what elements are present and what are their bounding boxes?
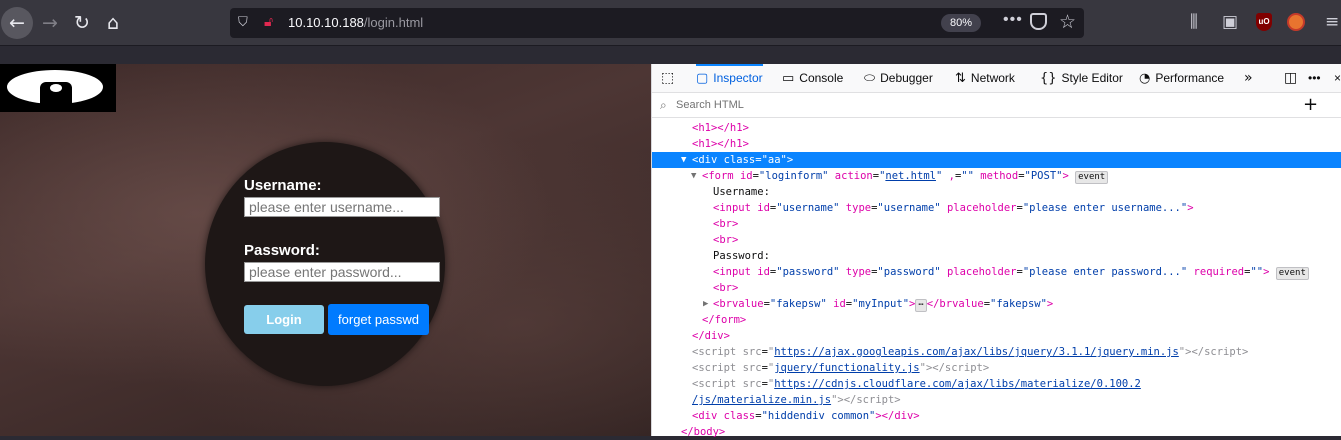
event-badge[interactable]: event	[1275, 267, 1309, 280]
reload-icon: ↻	[74, 12, 90, 34]
reload-button[interactable]: ↻	[66, 7, 98, 39]
expand-toggle-icon[interactable]: ▼	[681, 152, 686, 168]
extension-icon[interactable]	[1287, 13, 1305, 31]
tree-node[interactable]: <h1></h1>	[652, 120, 1341, 136]
add-node-icon[interactable]: +	[1303, 94, 1318, 115]
bookmark-star-icon[interactable]: ☆	[1059, 11, 1076, 33]
tree-node[interactable]: ▶ <brvalue="fakepsw" id="myInput"> ⋯ </brva…	[652, 296, 1341, 312]
html-tree: <h1></h1> <h1></h1> ▼ <div class="aa"> ▼ <…	[652, 120, 1341, 440]
login-button[interactable]: Login	[244, 305, 324, 334]
close-devtools-icon[interactable]: ×	[1334, 64, 1341, 93]
page-top-strip	[0, 46, 651, 64]
url-text[interactable]: 10.10.10.188/login.html	[288, 15, 423, 30]
tab-performance[interactable]: ◔ Performance	[1139, 64, 1224, 93]
address-bar[interactable]: ⛉ 🔓︎ 10.10.10.188/login.html 80% ••• ☆	[230, 8, 1084, 38]
tree-node[interactable]: <h1></h1>	[652, 136, 1341, 152]
site-logo	[0, 64, 116, 112]
url-path: /login.html	[363, 15, 424, 30]
tree-node[interactable]: <br>	[652, 216, 1341, 232]
tab-style-editor-label: Style Editor	[1061, 71, 1123, 85]
username-label: Username:	[244, 177, 322, 194]
tree-node[interactable]: <br>	[652, 280, 1341, 296]
browser-toolbar: ← → ↻ ⌂ ⛉ 🔓︎ 10.10.10.188/login.html 80%…	[0, 0, 1341, 46]
expand-toggle-icon[interactable]: ▼	[691, 168, 696, 184]
home-button[interactable]: ⌂	[97, 7, 129, 39]
insecure-lock-icon[interactable]: 🔓︎	[264, 14, 282, 32]
password-label: Password:	[244, 242, 320, 259]
tree-node-continuation[interactable]: /js/materialize.min.js"></script>	[652, 392, 1341, 408]
html-search-input[interactable]: Search HTML	[676, 99, 744, 111]
devtools-panel: ⬚ ▢ Inspector ▭ Console ⬭ Debugger ⇅ Network…	[651, 64, 1341, 438]
style-editor-icon: {}	[1040, 71, 1057, 86]
tree-node[interactable]: <script src="https://cdnjs.cloudflare.co…	[652, 376, 1341, 392]
tree-node[interactable]: </body>	[652, 424, 1341, 440]
more-actions-icon[interactable]: •••	[1003, 11, 1023, 29]
dock-icon[interactable]: ◫	[1284, 64, 1297, 93]
element-picker-icon[interactable]: ⬚	[661, 64, 674, 93]
tree-node-selected[interactable]: ▼ <div class="aa">	[652, 152, 1341, 168]
ublock-extension-icon[interactable]: uO	[1256, 13, 1272, 31]
arrow-right-icon: →	[42, 12, 58, 34]
sidebar-icon[interactable]: ▣	[1222, 12, 1238, 32]
search-icon: ⌕	[660, 98, 667, 112]
tree-text-node[interactable]: Password:	[652, 248, 1341, 264]
more-tabs-icon[interactable]: »	[1244, 64, 1253, 93]
arrow-left-icon: ←	[9, 12, 25, 34]
tree-text-node[interactable]: Username:	[652, 184, 1341, 200]
collapsed-children-badge[interactable]: ⋯	[915, 299, 927, 312]
tab-inspector-label: Inspector	[713, 71, 763, 85]
shield-icon[interactable]: ⛉	[238, 14, 252, 31]
tab-network[interactable]: ⇅ Network	[955, 64, 1015, 93]
logo-phone-dial	[50, 84, 62, 92]
tree-node[interactable]: </form>	[652, 312, 1341, 328]
tab-style-editor[interactable]: {} Style Editor	[1040, 64, 1123, 93]
html-search-bar[interactable]: ⌕ Search HTML +	[652, 94, 1341, 118]
tab-debugger-label: Debugger	[880, 71, 933, 85]
tab-console[interactable]: ▭ Console	[782, 64, 843, 93]
devtools-menu-icon[interactable]: •••	[1308, 64, 1321, 93]
pocket-icon[interactable]	[1030, 13, 1047, 30]
tree-node[interactable]: <script src="jquery/functionality.js"></…	[652, 360, 1341, 376]
event-badge[interactable]: event	[1075, 171, 1109, 184]
home-icon: ⌂	[106, 12, 120, 34]
zoom-level-badge[interactable]: 80%	[941, 14, 981, 32]
tree-node[interactable]: <input id="username" type="username" pla…	[652, 200, 1341, 216]
tree-node[interactable]: </div>	[652, 328, 1341, 344]
performance-icon: ◔	[1139, 71, 1151, 86]
forward-button[interactable]: →	[34, 7, 66, 39]
tab-performance-label: Performance	[1155, 71, 1225, 85]
forget-password-button[interactable]: forget passwd	[328, 304, 429, 335]
network-icon: ⇅	[955, 71, 966, 86]
login-page: Username: please enter username... Passw…	[0, 64, 651, 436]
console-icon: ▭	[782, 71, 795, 86]
password-input[interactable]: please enter password...	[244, 262, 440, 282]
tree-node[interactable]: <input id="password" type="password" pla…	[652, 264, 1341, 280]
tree-node[interactable]: <br>	[652, 232, 1341, 248]
tab-inspector[interactable]: ▢ Inspector	[696, 64, 763, 93]
tab-console-label: Console	[799, 71, 844, 85]
tab-network-label: Network	[970, 71, 1015, 85]
tab-debugger[interactable]: ⬭ Debugger	[864, 64, 933, 93]
menu-icon[interactable]: ≡	[1325, 12, 1339, 32]
back-button[interactable]: ←	[1, 7, 33, 39]
expand-toggle-icon[interactable]: ▶	[703, 296, 708, 312]
debugger-icon: ⬭	[864, 71, 876, 86]
tree-node[interactable]: <script src="https://ajax.googleapis.com…	[652, 344, 1341, 360]
library-icon[interactable]: ⫼	[1190, 12, 1198, 32]
tree-node[interactable]: ▼ <form id="loginform" action="net.html" …	[652, 168, 1341, 184]
devtools-tabbar: ⬚ ▢ Inspector ▭ Console ⬭ Debugger ⇅ Network…	[652, 64, 1341, 93]
url-host: 10.10.10.188	[288, 15, 364, 30]
username-input[interactable]: please enter username...	[244, 197, 440, 217]
tree-node[interactable]: <div class="hiddendiv common"></div>	[652, 408, 1341, 424]
inspector-icon: ▢	[696, 71, 709, 86]
